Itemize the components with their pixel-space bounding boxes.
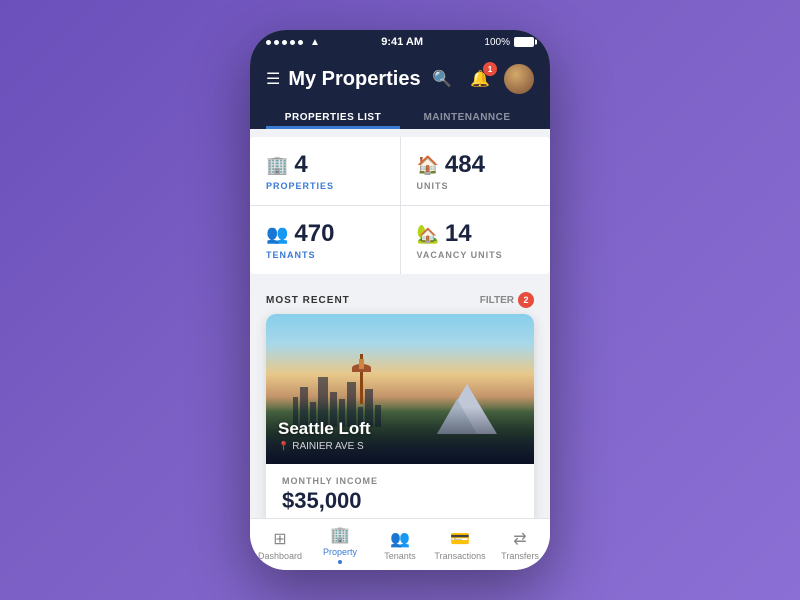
units-count: 484 [445,151,485,179]
menu-button[interactable]: ☰ [266,69,280,89]
stat-tenants: 👥 470 TENANTS [250,206,400,274]
units-label: UNITS [417,181,535,191]
stat-vacancy: 🏡 14 VACANCY UNITS [401,206,551,274]
phone-container: ▲ 9:41 AM 100% ☰ My Properties 🔍 🔔 1 [250,30,550,570]
main-content: 🏢 4 PROPERTIES 🏠 484 UNITS 👥 470 TENANTS [250,129,550,518]
property-image: Seattle Loft 📍 RAINIER AVE S [266,314,534,464]
tenants-icon: 👥 [266,224,288,245]
filter-badge: 2 [518,292,534,308]
income-amount: $35,000 [282,488,518,514]
location-pin-icon: 📍 [278,441,289,452]
search-icon: 🔍 [432,69,452,89]
tenants-nav-icon: 👥 [390,529,410,549]
section-title: MOST RECENT [266,295,350,306]
income-label: MONTHLY INCOME [282,476,518,486]
property-name: Seattle Loft [278,419,522,439]
properties-icon: 🏢 [266,155,288,176]
tenants-label: TENANTS [266,250,384,260]
transactions-nav-icon: 💳 [450,529,470,549]
stat-properties: 🏢 4 PROPERTIES [250,137,400,205]
transfers-nav-icon: ⇄ [513,529,526,549]
nav-transfers[interactable]: ⇄ Transfers [490,519,550,570]
tab-properties-list[interactable]: PROPERTIES LIST [266,104,400,129]
user-avatar[interactable] [504,64,534,94]
units-icon: 🏠 [417,155,439,176]
nav-tenants[interactable]: 👥 Tenants [370,519,430,570]
notification-badge: 1 [483,62,497,76]
battery-icon [514,37,534,47]
stat-units: 🏠 484 UNITS [401,137,551,205]
stats-grid: 🏢 4 PROPERTIES 🏠 484 UNITS 👥 470 TENANTS [250,137,550,274]
tab-bar: PROPERTIES LIST MAINTENANNCE [266,104,534,129]
page-title: My Properties [288,68,420,91]
notifications-button[interactable]: 🔔 1 [466,65,494,93]
status-bar: ▲ 9:41 AM 100% [250,30,550,54]
nav-transactions[interactable]: 💳 Transactions [430,519,490,570]
properties-label: PROPERTIES [266,181,384,191]
tenants-count: 470 [294,220,334,248]
section-header: MOST RECENT FILTER 2 [250,282,550,314]
income-section: MONTHLY INCOME $35,000 [266,464,534,518]
filter-button[interactable]: FILTER 2 [480,292,534,308]
app-header: ☰ My Properties 🔍 🔔 1 PROPERTIES LIST [250,54,550,129]
battery-percent: 100% [484,37,510,48]
vacancy-count: 14 [445,220,472,248]
property-card[interactable]: Seattle Loft 📍 RAINIER AVE S MONTHLY INC… [266,314,534,518]
bottom-navigation: ⊞ Dashboard 🏢 Property 👥 Tenants 💳 Trans… [250,518,550,570]
property-address: 📍 RAINIER AVE S [278,441,522,452]
property-nav-icon: 🏢 [330,525,350,545]
status-right: 100% [484,37,534,48]
signal-dots: ▲ [266,37,320,48]
tab-maintenance[interactable]: MAINTENANNCE [400,104,534,129]
wifi-icon: ▲ [310,37,320,48]
vacancy-icon: 🏡 [417,224,439,245]
space-needle-decoration [360,354,363,404]
filter-label: FILTER [480,295,514,306]
nav-dashboard[interactable]: ⊞ Dashboard [250,519,310,570]
dashboard-icon: ⊞ [273,529,286,549]
nav-property[interactable]: 🏢 Property [310,519,370,570]
search-button[interactable]: 🔍 [428,65,456,93]
status-time: 9:41 AM [381,36,423,48]
properties-count: 4 [294,151,307,179]
vacancy-label: VACANCY UNITS [417,250,535,260]
